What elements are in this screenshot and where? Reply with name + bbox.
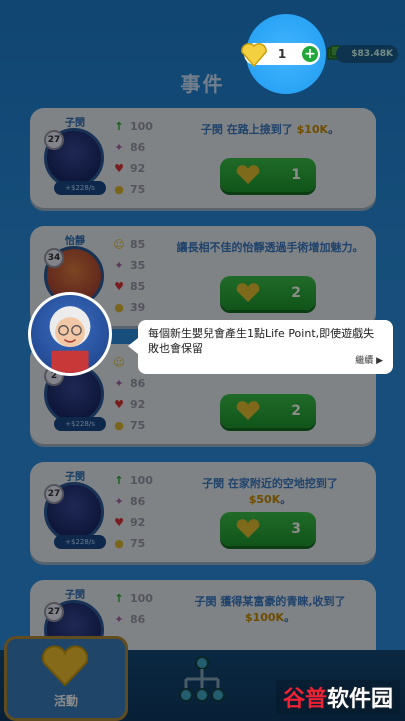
add-hearts-button[interactable]: + bbox=[300, 44, 320, 64]
heart-coin-icon bbox=[241, 43, 267, 68]
grandma-icon bbox=[49, 306, 91, 373]
tutorial-text: 每個新生嬰兒會產生1點Life Point,即使遊戲失敗也會保留 bbox=[148, 327, 375, 355]
continue-button[interactable]: 繼續 ▶ bbox=[355, 354, 383, 369]
watermark-logo: 谷普 软件园 bbox=[276, 680, 400, 714]
tutorial-bubble: 每個新生嬰兒會產生1點Life Point,即使遊戲失敗也會保留 繼續 ▶ bbox=[128, 320, 393, 374]
guide-avatar bbox=[28, 292, 112, 376]
